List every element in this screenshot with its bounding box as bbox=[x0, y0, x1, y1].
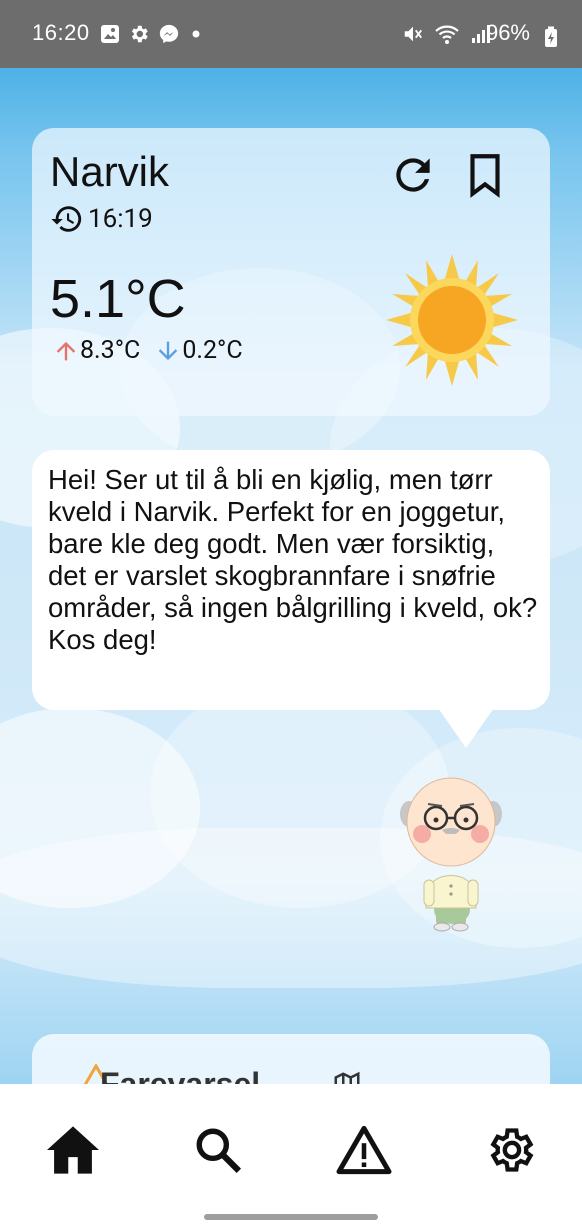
current-temperature: 5.1°C bbox=[50, 269, 186, 329]
bookmark-icon[interactable] bbox=[460, 150, 510, 200]
search-icon bbox=[196, 1128, 242, 1174]
battery-charging-icon bbox=[545, 26, 557, 47]
image-icon bbox=[101, 25, 119, 43]
speech-bubble: Hei! Ser ut til å bli en kjølig, men tør… bbox=[32, 450, 550, 710]
weather-message: Hei! Ser ut til å bli en kjølig, men tør… bbox=[48, 464, 538, 655]
messenger-icon bbox=[159, 24, 179, 44]
arrow-down-icon bbox=[159, 341, 178, 360]
nav-search[interactable] bbox=[188, 1120, 248, 1180]
notification-icons bbox=[100, 22, 204, 46]
settings-icon bbox=[490, 1128, 534, 1172]
grandpa-avatar bbox=[400, 777, 502, 932]
nav-settings[interactable] bbox=[480, 1120, 540, 1180]
status-bar: 16:20 96% bbox=[0, 0, 582, 68]
home-indicator[interactable] bbox=[204, 1214, 378, 1220]
home-icon bbox=[47, 1126, 99, 1174]
arrow-up-icon bbox=[56, 341, 76, 360]
mute-vibrate-icon bbox=[404, 26, 422, 42]
battery-percent: 96% bbox=[485, 20, 530, 45]
high-temperature: 8.3°C bbox=[80, 336, 141, 365]
status-time: 16:20 bbox=[32, 20, 90, 45]
nav-home[interactable] bbox=[43, 1120, 103, 1180]
dot-icon bbox=[192, 30, 200, 38]
system-icons bbox=[402, 22, 492, 46]
speech-bubble-tail bbox=[438, 708, 494, 748]
refresh-icon[interactable] bbox=[388, 150, 438, 200]
weather-card: Narvik 16:19 5.1°C 8.3°C 0.2°C bbox=[32, 128, 550, 416]
temperature-range: 8.3°C 0.2°C bbox=[52, 336, 243, 365]
low-temperature: 0.2°C bbox=[182, 336, 243, 365]
last-updated: 16:19 bbox=[50, 202, 153, 236]
updated-time: 16:19 bbox=[88, 204, 153, 234]
city-name: Narvik bbox=[50, 148, 170, 195]
settings-gear-icon bbox=[131, 25, 148, 43]
nav-warnings[interactable] bbox=[334, 1120, 394, 1180]
wifi-icon bbox=[435, 25, 459, 44]
sun-icon bbox=[386, 254, 518, 386]
history-icon bbox=[51, 206, 82, 232]
warning-icon bbox=[336, 1125, 392, 1175]
bottom-navigation bbox=[0, 1084, 582, 1229]
